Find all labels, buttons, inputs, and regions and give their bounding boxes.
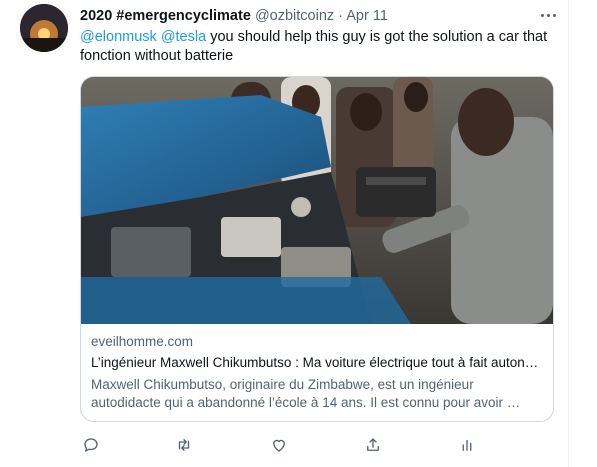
retweet-button[interactable] xyxy=(173,434,195,456)
tweet-text: @elonmusk @tesla you should help this gu… xyxy=(80,28,550,66)
separator-dot: · xyxy=(338,8,344,24)
more-options-icon[interactable] xyxy=(539,6,557,24)
user-handle[interactable]: @ozbitcoinz xyxy=(255,8,334,24)
avatar[interactable] xyxy=(20,4,68,52)
mention-elonmusk[interactable]: @elonmusk xyxy=(80,29,157,45)
reply-icon xyxy=(84,438,98,452)
reply-button[interactable] xyxy=(80,434,102,456)
display-name[interactable]: 2020 #emergencyclimate xyxy=(80,8,251,24)
analytics-button[interactable] xyxy=(456,434,478,456)
share-icon xyxy=(367,438,379,451)
share-button[interactable] xyxy=(362,434,384,456)
card-photo-car-engine xyxy=(81,77,553,324)
like-button[interactable] xyxy=(268,434,290,456)
mention-tesla[interactable]: @tesla xyxy=(161,29,206,45)
timeline-border xyxy=(568,0,569,467)
tweet-actions xyxy=(80,434,552,456)
card-title: L’ingénieur Maxwell Chikumbutso : Ma voi… xyxy=(91,355,543,370)
tweet-header: 2020 #emergencyclimate @ozbitcoinz · Apr… xyxy=(80,8,557,26)
card-description: Maxwell Chikumbutso, originaire du Zimba… xyxy=(91,377,521,410)
tweet-date[interactable]: Apr 11 xyxy=(346,8,388,24)
avatar-sunset-image xyxy=(20,4,68,52)
card-meta: eveilhomme.com L’ingénieur Maxwell Chiku… xyxy=(91,333,543,412)
analytics-icon xyxy=(462,439,472,451)
retweet-icon xyxy=(178,439,190,451)
like-icon xyxy=(273,439,285,452)
tweet[interactable]: 2020 #emergencyclimate @ozbitcoinz · Apr… xyxy=(0,0,597,467)
card-image[interactable] xyxy=(81,77,553,324)
link-card[interactable]: eveilhomme.com L’ingénieur Maxwell Chiku… xyxy=(80,76,554,422)
card-domain: eveilhomme.com xyxy=(91,334,194,349)
